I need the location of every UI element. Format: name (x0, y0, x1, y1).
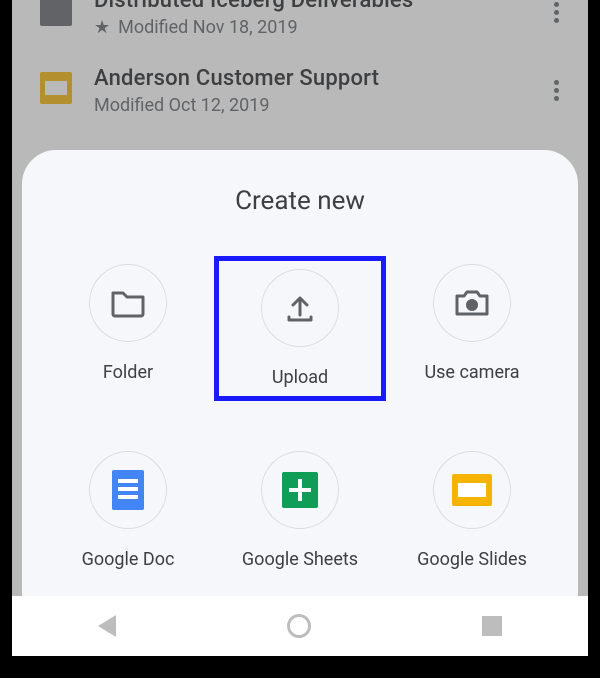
more-icon[interactable] (544, 0, 568, 32)
option-label: Google Doc (82, 549, 175, 570)
create-camera-button[interactable]: Use camera (386, 256, 558, 401)
create-new-sheet: Create new Folder Upload (22, 150, 578, 596)
create-slides-button[interactable]: Google Slides (386, 443, 558, 578)
google-doc-icon (112, 470, 144, 510)
option-label: Google Slides (417, 549, 527, 570)
google-sheets-icon (282, 472, 318, 508)
create-sheets-button[interactable]: Google Sheets (214, 443, 386, 578)
option-label: Folder (103, 362, 153, 383)
camera-icon (453, 287, 491, 319)
folder-icon (110, 288, 146, 318)
create-upload-button[interactable]: Upload (214, 256, 386, 401)
android-navbar (12, 596, 588, 656)
list-item[interactable]: Distributed Iceberg Deliverables ★ Modif… (12, 0, 588, 52)
option-label: Upload (272, 367, 328, 388)
file-title: Anderson Customer Support (94, 66, 522, 91)
list-item[interactable]: Anderson Customer Support Modified Oct 1… (12, 52, 588, 130)
upload-icon (283, 291, 317, 325)
create-doc-button[interactable]: Google Doc (42, 443, 214, 578)
option-label: Use camera (424, 362, 519, 383)
file-title: Distributed Iceberg Deliverables (94, 0, 522, 13)
file-thumb-icon (40, 0, 72, 26)
sheet-title: Create new (42, 186, 558, 216)
file-meta: Modified Nov 18, 2019 (118, 17, 298, 38)
star-icon: ★ (94, 17, 110, 38)
recents-icon[interactable] (482, 616, 502, 636)
home-icon[interactable] (287, 614, 311, 638)
back-icon[interactable] (98, 615, 116, 637)
file-thumb-icon (40, 72, 72, 104)
file-meta: Modified Oct 12, 2019 (94, 95, 270, 116)
create-folder-button[interactable]: Folder (42, 256, 214, 401)
file-list: Distributed Iceberg Deliverables ★ Modif… (12, 0, 588, 130)
google-slides-icon (452, 474, 492, 506)
option-label: Google Sheets (242, 549, 358, 570)
more-icon[interactable] (544, 70, 568, 110)
